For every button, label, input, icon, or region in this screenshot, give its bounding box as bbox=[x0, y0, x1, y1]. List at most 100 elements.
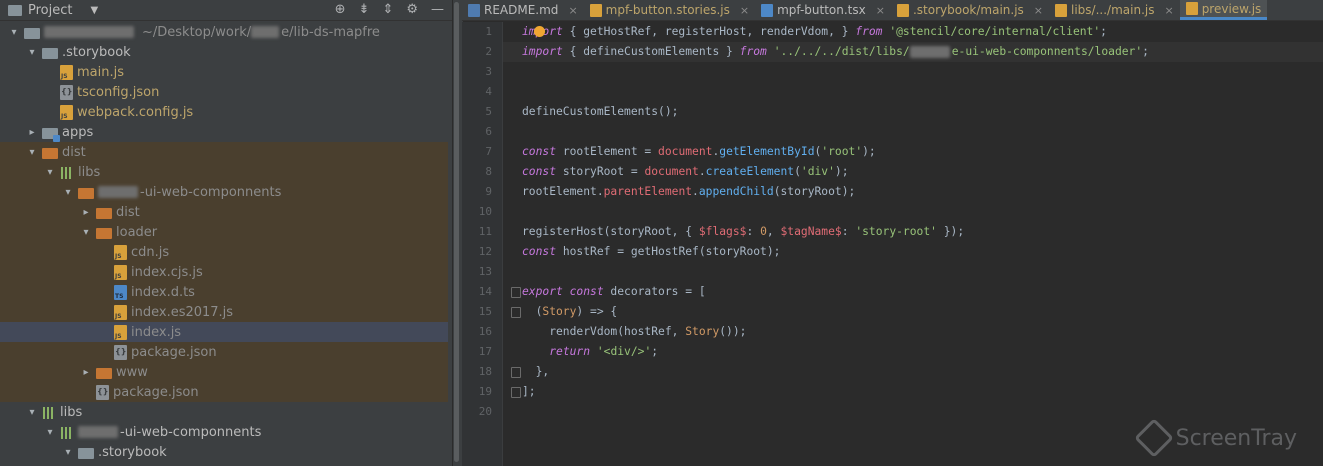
fold-marker-icon[interactable] bbox=[511, 367, 521, 378]
json-file-icon bbox=[96, 384, 109, 400]
tree-item[interactable]: cdn.js bbox=[0, 242, 448, 262]
code-token: ; bbox=[651, 345, 659, 358]
project-view-selector[interactable]: Project ▼ bbox=[8, 3, 98, 18]
project-tool-window: Project ▼ ⊕ ⇟ ⇕ ⚙ — ▾ ~/Desktop/work/e/li… bbox=[0, 0, 452, 466]
code-editor[interactable]: import { getHostRef, registerHost, rende… bbox=[503, 22, 1323, 466]
redacted-text bbox=[251, 26, 280, 38]
tree-item[interactable]: ▾ .storybook bbox=[0, 442, 448, 462]
settings-icon[interactable]: ⚙ bbox=[406, 0, 418, 20]
chevron-down-icon[interactable]: ▾ bbox=[62, 187, 74, 198]
redacted-text bbox=[909, 46, 950, 58]
fold-marker-icon[interactable] bbox=[511, 387, 521, 398]
chevron-down-icon[interactable]: ▾ bbox=[62, 447, 74, 458]
fold-marker-icon[interactable] bbox=[511, 287, 521, 298]
tree-item-label: libs bbox=[60, 404, 83, 420]
module-folder-icon bbox=[42, 127, 60, 142]
library-icon bbox=[42, 406, 56, 419]
watermark: ScreenTray bbox=[1133, 418, 1297, 458]
tree-scrollbar[interactable] bbox=[454, 2, 459, 462]
tree-item-label: cdn.js bbox=[131, 244, 170, 260]
code-token: }); bbox=[936, 225, 965, 238]
chevron-down-icon[interactable]: ▾ bbox=[80, 227, 92, 238]
editor-tab[interactable]: preview.js bbox=[1179, 0, 1268, 20]
tree-item[interactable]: ▸ www bbox=[0, 362, 448, 382]
screentray-logo-icon bbox=[1133, 418, 1174, 458]
tree-item[interactable]: ▾ -ui-web-componnents bbox=[0, 182, 448, 202]
chevron-right-icon[interactable]: ▸ bbox=[26, 127, 38, 138]
tree-item-label: package.json bbox=[131, 344, 217, 360]
editor-tab[interactable]: libs/.../main.js × bbox=[1049, 0, 1180, 20]
close-icon[interactable]: × bbox=[740, 4, 749, 17]
tree-item[interactable]: ▸ dist bbox=[0, 202, 448, 222]
chevron-down-icon[interactable]: ▾ bbox=[44, 427, 56, 438]
tree-item[interactable]: ▾ libs bbox=[0, 402, 448, 422]
tree-item-label: apps bbox=[62, 124, 94, 140]
target-icon[interactable]: ⊕ bbox=[335, 0, 346, 20]
tree-item[interactable]: package.json bbox=[0, 382, 448, 402]
tree-item-label: libs bbox=[78, 164, 101, 180]
javascript-file-icon bbox=[896, 3, 909, 17]
tab-label: mpf-button.tsx bbox=[777, 3, 866, 17]
code-token: { defineCustomElements } bbox=[562, 45, 740, 58]
code-token: : bbox=[746, 225, 761, 238]
chevron-down-icon[interactable]: ▾ bbox=[8, 27, 20, 38]
code-token: rootElement = bbox=[556, 145, 659, 158]
code-line: renderVdom(hostRef, Story()); bbox=[522, 322, 746, 342]
tree-item[interactable]: webpack.config.js bbox=[0, 102, 448, 122]
chevron-down-icon[interactable]: ▾ bbox=[26, 407, 38, 418]
code-token: from bbox=[739, 45, 767, 58]
chevron-right-icon[interactable]: ▸ bbox=[80, 367, 92, 378]
code-token: $tagName$ bbox=[780, 225, 842, 238]
tree-item-label: index.d.ts bbox=[131, 284, 195, 300]
close-icon[interactable]: × bbox=[568, 4, 577, 17]
line-number: 5 bbox=[485, 105, 492, 118]
line-number: 18 bbox=[478, 365, 492, 378]
collapse-all-icon[interactable]: ⇟ bbox=[359, 0, 370, 20]
tab-label: README.md bbox=[484, 3, 559, 17]
editor-tab[interactable]: mpf-button.stories.js × bbox=[584, 0, 755, 20]
tree-item[interactable]: main.js bbox=[0, 62, 448, 82]
close-icon[interactable]: × bbox=[876, 4, 885, 17]
tree-item[interactable]: ▾ loader bbox=[0, 222, 448, 242]
tree-item[interactable]: ▾ .storybook bbox=[0, 42, 448, 62]
line-number: 9 bbox=[485, 185, 492, 198]
redacted-text bbox=[78, 426, 118, 438]
chevron-down-icon[interactable]: ▾ bbox=[26, 47, 38, 58]
close-icon[interactable]: × bbox=[1164, 4, 1173, 17]
tree-item[interactable]: ▾ -ui-web-componnents bbox=[0, 422, 448, 442]
tree-item[interactable]: ▾ ~/Desktop/work/e/lib-ds-mapfre bbox=[0, 22, 448, 42]
chevron-down-icon[interactable]: ▾ bbox=[26, 147, 38, 158]
tree-item[interactable]: index.js bbox=[0, 322, 448, 342]
tree-item-label: .storybook bbox=[62, 44, 131, 60]
tree-item[interactable]: tsconfig.json bbox=[0, 82, 448, 102]
tree-item[interactable]: index.es2017.js bbox=[0, 302, 448, 322]
tree-item[interactable]: ▾ libs bbox=[0, 162, 448, 182]
tree-item-label: -ui-web-componnents bbox=[120, 424, 262, 440]
tree-item[interactable]: index.d.ts bbox=[0, 282, 448, 302]
tree-item-label: webpack.config.js bbox=[77, 104, 194, 120]
tree-item[interactable]: index.cjs.js bbox=[0, 262, 448, 282]
line-number: 2 bbox=[485, 45, 492, 58]
typescript-file-icon bbox=[114, 284, 127, 300]
intention-bulb-icon[interactable] bbox=[534, 26, 545, 37]
expand-icon[interactable]: ⇕ bbox=[382, 0, 393, 20]
hide-icon[interactable]: — bbox=[431, 0, 444, 20]
folder-icon bbox=[8, 4, 22, 16]
tree-item[interactable]: ▾ dist bbox=[0, 142, 448, 162]
tree-item-label: index.es2017.js bbox=[131, 304, 234, 320]
tree-item[interactable]: ▸ apps bbox=[0, 122, 448, 142]
code-token: ( bbox=[522, 305, 543, 318]
chevron-down-icon[interactable]: ▼ bbox=[90, 5, 98, 16]
root-path: ~/Desktop/work/ bbox=[142, 24, 252, 40]
close-icon[interactable]: × bbox=[1034, 4, 1043, 17]
chevron-down-icon[interactable]: ▾ bbox=[44, 167, 56, 178]
tree-item[interactable]: package.json bbox=[0, 342, 448, 362]
editor-tab[interactable]: .storybook/main.js × bbox=[891, 0, 1049, 20]
chevron-right-icon[interactable]: ▸ bbox=[80, 207, 92, 218]
editor-tab[interactable]: README.md × bbox=[462, 0, 584, 20]
code-token: from bbox=[855, 25, 883, 38]
fold-marker-icon[interactable] bbox=[511, 307, 521, 318]
editor-tab[interactable]: mpf-button.tsx × bbox=[755, 0, 891, 20]
code-token: hostRef = getHostRef(storyRoot); bbox=[556, 245, 781, 258]
code-token: createElement bbox=[705, 165, 795, 178]
